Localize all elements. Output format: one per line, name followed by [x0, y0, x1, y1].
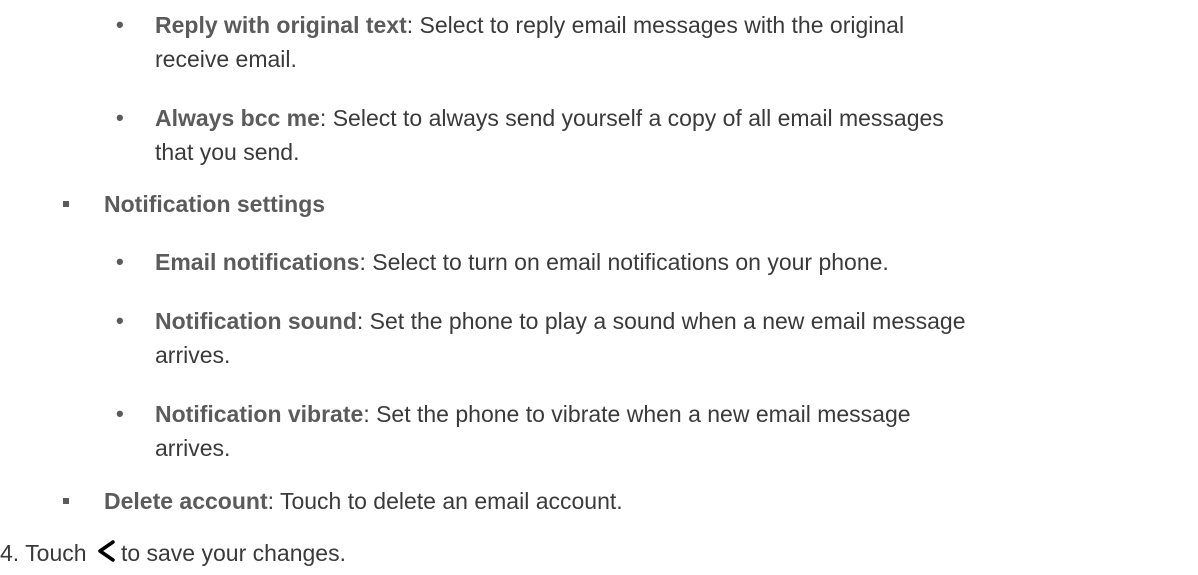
desc-notification-sound: : Set the phone to play a sound when a n… — [356, 308, 966, 334]
bullet-dot: • — [116, 105, 124, 130]
bullet-dot: • — [116, 12, 124, 37]
bullet-square — [63, 498, 69, 504]
desc-notification-vibrate: : Set the phone to vibrate when a new em… — [363, 401, 911, 427]
list-item-notification-settings: Notification settings — [104, 187, 325, 221]
desc-always-bcc: : Select to always send yourself a copy … — [319, 105, 944, 131]
step-post: to save your changes. — [120, 540, 346, 566]
desc-reply-original: : Select to reply email messages with th… — [406, 12, 905, 38]
term-reply-original: Reply with original text — [155, 12, 407, 38]
bullet-dot: • — [116, 249, 124, 274]
step-4: 4. Touch to save your changes. — [0, 536, 346, 572]
term-delete-account: Delete account — [104, 488, 268, 514]
list-item-reply-original: Reply with original text: Select to repl… — [155, 8, 904, 42]
desc-email-notifications: : Select to turn on email notifications … — [359, 249, 889, 275]
list-item-email-notifications: Email notifications: Select to turn on e… — [155, 245, 889, 279]
term-always-bcc: Always bcc me — [155, 105, 320, 131]
desc-cont-notification-sound: arrives. — [155, 342, 231, 368]
term-notification-vibrate: Notification vibrate — [155, 401, 364, 427]
bullet-dot: • — [116, 308, 124, 333]
desc-cont-notification-vibrate: arrives. — [155, 435, 231, 461]
list-item-always-bcc: Always bcc me: Select to always send you… — [155, 101, 944, 135]
list-item-notification-vibrate: Notification vibrate: Set the phone to v… — [155, 397, 911, 431]
bullet-dot: • — [116, 401, 124, 426]
back-chevron-icon — [95, 538, 117, 572]
desc-cont-always-bcc: that you send. — [155, 139, 300, 165]
term-notification-sound: Notification sound — [155, 308, 357, 334]
term-email-notifications: Email notifications — [155, 249, 360, 275]
desc-delete-account: : Touch to delete an email account. — [267, 488, 623, 514]
step-number: 4. — [0, 540, 20, 566]
list-item-delete-account: Delete account: Touch to delete an email… — [104, 484, 623, 518]
desc-cont-reply-original: receive email. — [155, 46, 297, 72]
step-pre: Touch — [25, 540, 87, 566]
term-notification-settings: Notification settings — [104, 191, 326, 217]
list-item-notification-sound: Notification sound: Set the phone to pla… — [155, 304, 966, 338]
bullet-square — [63, 201, 69, 207]
